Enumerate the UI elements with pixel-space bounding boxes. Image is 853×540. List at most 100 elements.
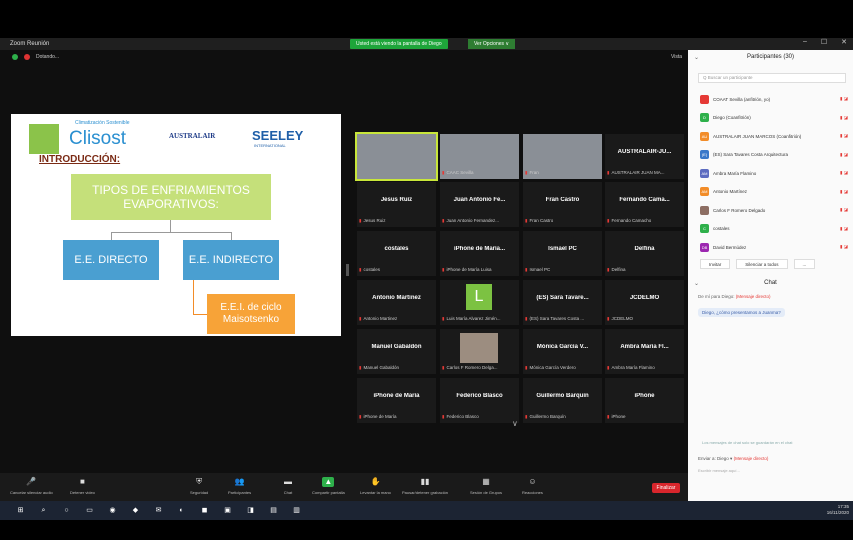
video-tile[interactable]: AUSTRALAIR-JU... ▮ AUSTRALAIR JUAN MA... (605, 134, 684, 179)
toolbar-item[interactable]: ✋ Levantar la mano (360, 477, 391, 495)
minimize-icon[interactable]: – (803, 38, 807, 46)
toolbar-item[interactable]: 🎤 Cancelar silenciar audio (10, 477, 53, 495)
video-tile[interactable]: Guillermo Barquín ▮ Guillermo Barquín (523, 378, 602, 423)
taskbar-app-icon[interactable]: ▤ (269, 506, 278, 515)
video-tile[interactable] (355, 132, 438, 181)
taskbar-app-icon[interactable]: ◼ (200, 506, 209, 515)
tile-name-label: ▮ Guillermo Barquín (525, 414, 566, 420)
toolbar-item[interactable]: ▦ Sesión de Grupos (470, 477, 502, 495)
view-button[interactable]: Vista (671, 54, 682, 60)
taskbar-app-icon[interactable]: ◨ (246, 506, 255, 515)
video-tile[interactable]: Mónica García V... ▮ Mónica García Verdero (523, 329, 602, 374)
muted-mic-icon: ▮ (442, 414, 445, 419)
video-tile[interactable]: Ambra María Fl... ▮ Ambra María Flamino (605, 329, 684, 374)
video-tile[interactable]: Delfina ▮ Delfina (605, 231, 684, 276)
video-tile[interactable]: Jesus Ruiz ▮ Jesus Ruiz (357, 182, 436, 227)
video-tile[interactable]: iPhone de María... ▮ iPhone de María Luisa (440, 231, 519, 276)
participant-row[interactable]: AM Ambra María Flamino ▮ ◪ (700, 168, 848, 178)
taskbar-app-icon[interactable]: ▣ (223, 506, 232, 515)
video-tile[interactable]: Fernando Cama... ▮ Fernando Camacho (605, 182, 684, 227)
video-tile[interactable]: iPhone ▮ iPhone (605, 378, 684, 423)
video-tile[interactable]: ▮ Fran (523, 134, 602, 179)
view-options-button[interactable]: Ver Opciones ∨ (468, 39, 516, 49)
video-tile[interactable]: ▮ Carlos F Romero Delga... (440, 329, 519, 374)
tile-name-label: ▮ Fran Castro (525, 218, 553, 224)
video-tile[interactable]: costales ▮ costales (357, 231, 436, 276)
end-meeting-button[interactable]: Finalizar (652, 483, 680, 493)
participant-name: Ambra María Flamino (713, 170, 757, 176)
seeley-logo: SEELEY (252, 128, 304, 143)
taskbar-app-icon[interactable]: ▭ (85, 506, 94, 515)
split-view-handle[interactable] (346, 264, 349, 276)
toolbar-item[interactable]: ■ Detener video (70, 477, 95, 495)
video-tile[interactable]: (ES) Sara Tavare... ▮ (ES) Sara Tavares Co… (523, 280, 602, 325)
toolbar-item[interactable]: ▲ Compartir pantalla (312, 477, 345, 495)
toolbar-item[interactable]: ⛨ Seguridad (190, 477, 208, 495)
taskbar-app-icon[interactable]: ◐ (177, 506, 186, 515)
tile-label-text: Mónica García Verdero (529, 365, 576, 370)
maximize-icon[interactable]: ☐ (821, 38, 827, 46)
muted-mic-icon: ▮ (359, 218, 362, 223)
muted-mic-icon: ▮ (607, 365, 610, 370)
taskbar-app-icon[interactable]: ▥ (292, 506, 301, 515)
taskbar-app-icon[interactable]: ⊞ (16, 506, 25, 515)
toolbar-icon: ▲ (322, 477, 335, 487)
participant-name: (ES) Sara Tavares Costa Arquitectura (713, 152, 788, 157)
video-tile[interactable]: iPhone de María ▮ iPhone de María (357, 378, 436, 423)
video-tile[interactable]: Federico Blasco ▮ Federico Blasco (440, 378, 519, 423)
tile-display-name: (ES) Sara Tavare... (536, 295, 589, 301)
participant-name: David Bermúdez (713, 244, 747, 250)
more-button[interactable]: ... (793, 259, 816, 269)
muted-mic-icon: ▮ (442, 316, 445, 321)
video-tile[interactable]: Juan Antonio Fe... ▮ Juan Antonio Fernande… (440, 182, 519, 227)
participant-name: AUSTRALAIR JUAN MARCOS (Coanfitrión) (713, 133, 802, 139)
video-tile[interactable]: Fran Castro ▮ Fran Castro (523, 182, 602, 227)
taskbar-app-icon[interactable]: ◆ (131, 506, 140, 515)
participant-row[interactable]: AU AUSTRALAIR JUAN MARCOS (Coanfitrión) ▮ … (700, 131, 848, 141)
chevron-down-icon[interactable]: ⌄ (694, 54, 699, 61)
box-maisotsenko: E.E.I. de ciclo Maisotsenko (207, 294, 295, 334)
invite-button[interactable]: Invitar (700, 259, 731, 269)
participant-row[interactable]: (E) (ES) Sara Tavares Costa Arquitectura ▮… (700, 150, 848, 160)
tile-display-name: JCDELMO (629, 295, 660, 301)
toolbar-item[interactable]: 👥 Participantes (228, 477, 251, 495)
mute-all-button[interactable]: Silenciar a todos (736, 259, 788, 269)
participant-row[interactable]: Ccostales ▮ ◪ (700, 224, 848, 234)
taskbar-app-icon[interactable]: ⌕ (39, 506, 48, 515)
muted-mic-icon: ▮ ◪ (840, 133, 848, 138)
toolbar-item[interactable]: ▬ Chat (282, 477, 294, 495)
participant-row[interactable]: Carlos F Romero Delgado ▮ ◪ (700, 205, 848, 215)
security-shield-icon[interactable] (12, 54, 18, 60)
close-icon[interactable]: ✕ (841, 38, 847, 46)
tile-name-label: ▮ Ambra María Flamino (607, 365, 655, 371)
video-tile[interactable]: JCDELMO ▮ JCDELMO (605, 280, 684, 325)
tile-label-text: costales (363, 267, 380, 272)
participant-row[interactable]: AM Antonio Martínez ▮ ◪ (700, 187, 848, 197)
participant-search-input[interactable]: Q Buscar un participante (698, 73, 846, 83)
video-tile[interactable]: Ismael PC ▮ Ismael PC (523, 231, 602, 276)
participant-row[interactable]: DB David Bermúdez ▮ ◪ (700, 242, 848, 252)
toolbar-item[interactable]: ▮▮ Pausar/detener grabación (402, 477, 448, 495)
toolbar-item[interactable]: ☺ Reacciones (522, 477, 543, 495)
chat-input[interactable]: Escribir mensaje aquí... (698, 468, 740, 473)
send-to-select[interactable]: Diego ▾ (717, 456, 732, 461)
muted-mic-icon: ▮ (607, 267, 610, 272)
video-tile[interactable]: L ▮ Luis María Alvarez Jimén... (440, 280, 519, 325)
muted-mic-icon: ▮ (607, 316, 610, 321)
participant-row[interactable]: D Diego (Coanfitrión) ▮ ◪ (700, 113, 848, 123)
tile-name-label: ▮ iPhone (607, 414, 626, 420)
tile-display-name: iPhone de María (373, 393, 420, 399)
tile-label-text: iPhone de María Luisa (446, 267, 492, 272)
muted-mic-icon: ▮ (525, 414, 528, 419)
video-tile[interactable]: Manuel Gabaldón ▮ Manuel Gabaldón (357, 329, 436, 374)
chevron-down-icon[interactable]: ⌄ (694, 280, 699, 287)
participant-row[interactable]: COAAT Sevilla (anfitrión, yo) ▮ ◪ (700, 94, 848, 104)
video-tile[interactable]: Antonio Martínez ▮ Antonio Martinez (357, 280, 436, 325)
chevron-down-icon[interactable]: ∨ (512, 419, 518, 428)
taskbar-app-icon[interactable]: ◉ (108, 506, 117, 515)
taskbar-app-icon[interactable]: ○ (62, 506, 71, 515)
tile-display-name: costales (384, 246, 409, 252)
taskbar-app-icon[interactable]: ✉ (154, 506, 163, 515)
video-tile[interactable]: ▮ CAAC Sevilla (440, 134, 519, 179)
toolbar-label: Cancelar silenciar audio (10, 490, 53, 495)
